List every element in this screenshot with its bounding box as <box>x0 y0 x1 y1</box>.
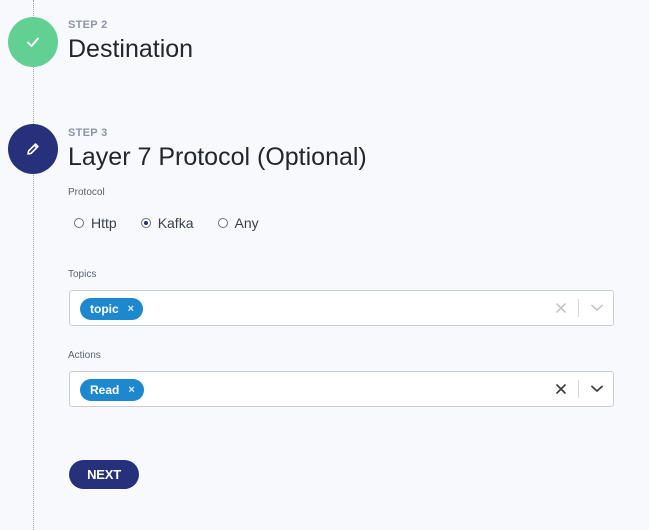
topics-multiselect[interactable]: topic × <box>69 290 614 326</box>
step-2-caption: STEP 2 <box>68 19 108 31</box>
step-3-title: Layer 7 Protocol (Optional) <box>68 143 367 171</box>
stepper-connector-line <box>33 0 34 530</box>
topics-label: Topics <box>68 269 97 280</box>
close-icon[interactable] <box>551 291 571 325</box>
step-3-caption: STEP 3 <box>68 127 108 139</box>
protocol-option-label: Kafka <box>157 215 194 231</box>
next-button[interactable]: NEXT <box>69 460 139 489</box>
protocol-label: Protocol <box>68 187 105 198</box>
chip-remove-icon[interactable]: × <box>128 384 134 396</box>
protocol-radio-http[interactable]: Http <box>74 215 117 231</box>
radio-circle-icon <box>74 218 84 228</box>
indicator-separator <box>578 299 579 317</box>
radio-circle-icon <box>217 218 228 228</box>
protocol-radio-kafka[interactable]: Kafka <box>140 215 194 231</box>
chevron-down-icon[interactable] <box>586 291 608 325</box>
protocol-option-label: Http <box>91 215 117 231</box>
pencil-icon <box>27 143 39 155</box>
indicator-separator <box>578 380 579 398</box>
topics-chip: topic × <box>80 298 144 320</box>
chevron-down-icon[interactable] <box>586 372 608 406</box>
protocol-option-label: Any <box>234 215 259 231</box>
protocol-radio-group: Http Kafka Any <box>74 215 283 231</box>
protocol-radio-any[interactable]: Any <box>217 215 259 231</box>
chip-label: Read <box>90 383 120 397</box>
actions-multiselect[interactable]: Read × <box>69 371 614 407</box>
chip-remove-icon[interactable]: × <box>128 303 134 315</box>
chip-label: topic <box>90 302 119 316</box>
close-icon[interactable] <box>551 372 571 406</box>
actions-chip: Read × <box>80 379 144 401</box>
check-icon <box>27 37 39 47</box>
actions-label: Actions <box>68 350 101 361</box>
step-2-completed-indicator <box>8 17 58 67</box>
radio-circle-selected-icon <box>140 218 151 228</box>
step-2-title: Destination <box>68 35 194 63</box>
step-3-active-indicator <box>8 124 58 174</box>
